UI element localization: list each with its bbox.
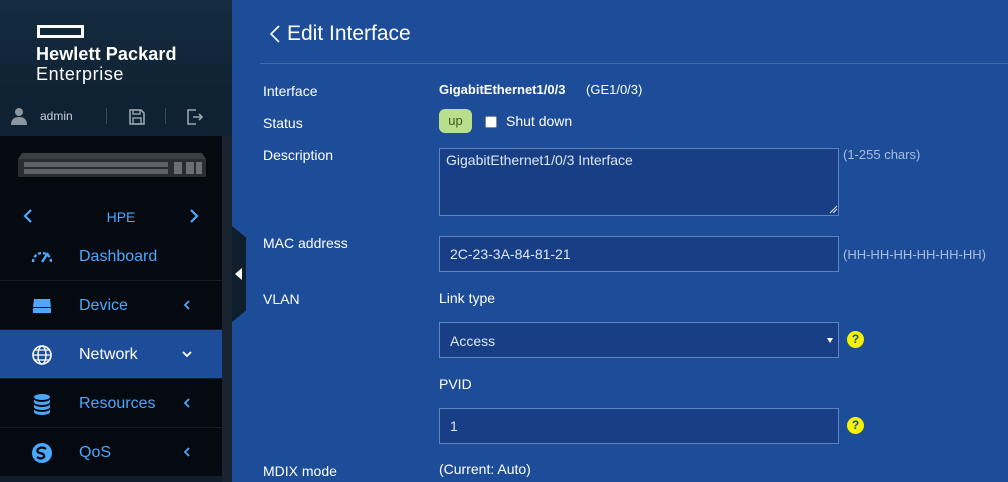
database-icon (34, 394, 50, 415)
gauge-icon (31, 251, 53, 263)
pvid-input[interactable] (439, 408, 839, 444)
user-icon (11, 108, 27, 125)
interface-short-name: (GE1/0/3) (586, 82, 643, 97)
mac-address-label: MAC address (263, 235, 348, 251)
chevron-left-icon (183, 300, 190, 310)
device-panel: HPE (0, 136, 232, 232)
interface-name: GigabitEthernet1/0/3 (439, 82, 566, 97)
pvid-label: PVID (439, 376, 472, 392)
description-textarea[interactable]: GigabitEthernet1/0/3 Interface (439, 148, 839, 216)
user-bar: admin (0, 96, 232, 136)
link-type-select[interactable]: Access (439, 322, 839, 358)
chevron-left-icon (183, 447, 190, 457)
nav-item-resources[interactable]: Resources (0, 379, 222, 428)
nav-item-qos[interactable]: QoS (0, 428, 222, 477)
logout-icon[interactable] (185, 108, 203, 126)
mdix-current-value: (Current: Auto) (439, 461, 531, 477)
mac-address-hint: (HH-HH-HH-HH-HH-HH) (843, 247, 986, 262)
help-icon[interactable]: ? (847, 331, 864, 348)
page-title: Edit Interface (287, 22, 411, 45)
divider (106, 108, 107, 124)
chevron-right-icon[interactable] (186, 208, 202, 224)
help-icon[interactable]: ? (847, 417, 864, 434)
divider (260, 63, 1008, 64)
nav-label: Dashboard (79, 248, 158, 265)
nav-label: Resources (79, 395, 156, 412)
nav-item-dashboard[interactable]: Dashboard (0, 232, 222, 281)
sidebar-scrollbar[interactable] (222, 136, 232, 482)
nav-label: Network (79, 346, 138, 363)
switch-device-image (18, 153, 206, 177)
brand-header: Hewlett Packard Enterprise (0, 0, 232, 96)
nav-item-network[interactable]: Network (0, 330, 222, 379)
device-name: HPE (106, 209, 136, 225)
vlan-label: VLAN (263, 291, 300, 307)
nav-label: Device (79, 297, 128, 314)
shutdown-label[interactable]: Shut down (506, 113, 572, 129)
back-arrow-icon[interactable] (268, 24, 282, 44)
interface-label: Interface (263, 83, 318, 99)
nav-label: QoS (79, 444, 112, 461)
link-type-label: Link type (439, 290, 496, 306)
device-icon (33, 299, 51, 313)
main-content: Edit Interface Interface GigabitEthernet… (232, 0, 1008, 482)
caret-down-icon (827, 338, 833, 343)
resize-grip-icon[interactable] (828, 204, 838, 214)
shutdown-checkbox[interactable] (485, 116, 497, 128)
qos-icon (32, 443, 52, 463)
status-label: Status (263, 115, 303, 131)
mac-address-input[interactable] (439, 236, 839, 272)
link-type-selected-value: Access (450, 333, 496, 349)
hpe-logo (37, 25, 84, 38)
chevron-down-icon (182, 351, 192, 358)
nav-item-device[interactable]: Device (0, 281, 222, 330)
description-label: Description (263, 147, 334, 163)
save-icon[interactable] (128, 108, 146, 126)
divider (165, 108, 166, 124)
description-hint: (1-255 chars) (843, 147, 921, 162)
globe-icon (32, 345, 52, 365)
username: admin (40, 109, 73, 123)
mdix-mode-label: MDIX mode (263, 463, 337, 479)
brand-subname: Enterprise (36, 64, 125, 84)
brand-name: Hewlett Packard (36, 44, 177, 64)
sidebar: Hewlett Packard Enterprise admin HPE Das… (0, 0, 232, 482)
nav-menu: Dashboard Device Network Resources QoS (0, 232, 222, 477)
chevron-left-icon (183, 398, 190, 408)
status-badge: up (439, 109, 472, 133)
